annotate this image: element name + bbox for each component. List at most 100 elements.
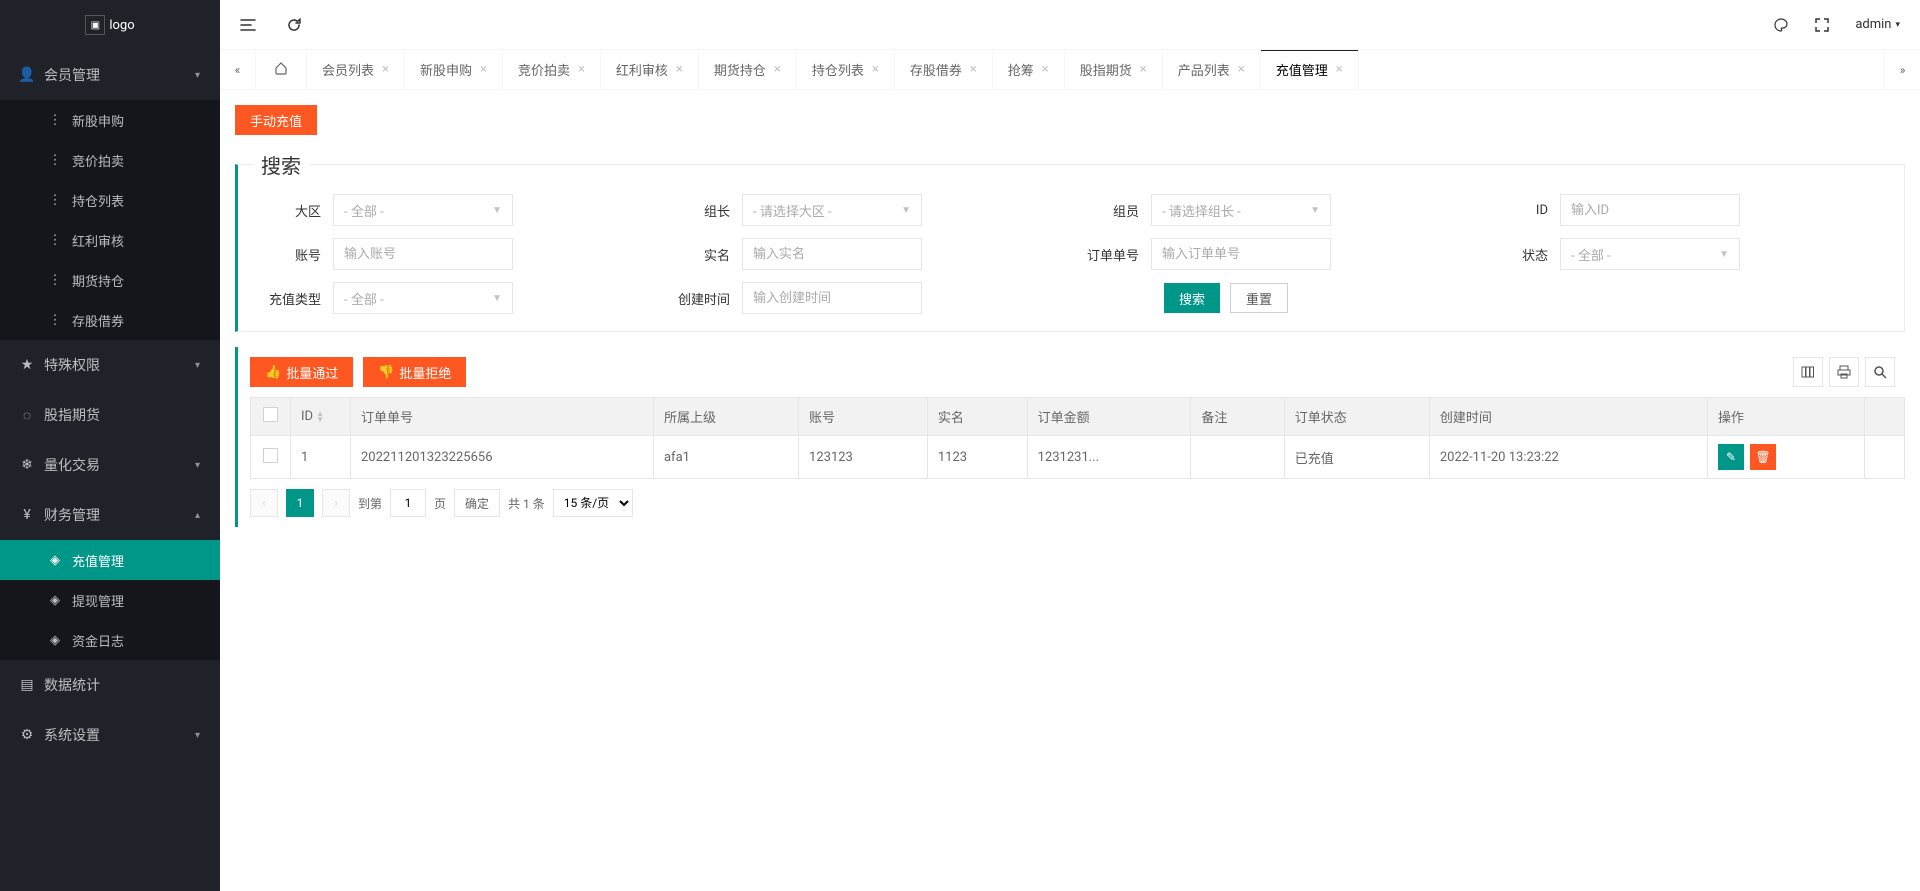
menu-toggle-icon[interactable] bbox=[240, 17, 256, 33]
sidebar-item-recharge[interactable]: ◈充值管理 bbox=[0, 540, 220, 580]
tab[interactable]: 股指期货× bbox=[1065, 50, 1163, 89]
checkbox-row[interactable] bbox=[263, 448, 278, 463]
sidebar-item-settings[interactable]: ⚙系统设置 ▾ bbox=[0, 710, 220, 760]
close-icon[interactable]: × bbox=[774, 63, 781, 76]
th-ops: 操作 bbox=[1707, 398, 1864, 436]
tab[interactable]: 存股借券× bbox=[895, 50, 993, 89]
edit-button[interactable]: ✎ bbox=[1718, 444, 1744, 470]
sidebar-item-stocklend[interactable]: ⋮存股借券 bbox=[0, 300, 220, 340]
input-realname[interactable] bbox=[742, 238, 922, 270]
data-table: ID▲▼ 订单单号 所属上级 账号 实名 订单金额 备注 订单状态 创建时间 操… bbox=[250, 397, 1905, 479]
select-region[interactable]: - 全部 -▼ bbox=[333, 194, 513, 226]
tab[interactable]: 新股申购× bbox=[405, 50, 503, 89]
sidebar-item-futures[interactable]: ⋮期货持仓 bbox=[0, 260, 220, 300]
coin-icon: ¥ bbox=[20, 508, 34, 522]
sidebar-item-members[interactable]: 👤会员管理 ▾ bbox=[0, 50, 220, 100]
refresh-icon[interactable] bbox=[286, 17, 302, 33]
close-icon[interactable]: × bbox=[578, 63, 585, 76]
sidebar-item-withdraw[interactable]: ◈提现管理 bbox=[0, 580, 220, 620]
close-icon[interactable]: × bbox=[480, 63, 487, 76]
sidebar-label: 提现管理 bbox=[72, 591, 124, 610]
tabs-prev-button[interactable]: « bbox=[220, 50, 256, 89]
tabs-row: « 会员列表× 新股申购× 竞价拍卖× 红利审核× 期货持仓× 持仓列表× 存股… bbox=[220, 50, 1920, 90]
input-orderno[interactable] bbox=[1151, 238, 1331, 270]
tab[interactable]: 会员列表× bbox=[307, 50, 405, 89]
tab[interactable]: 产品列表× bbox=[1163, 50, 1261, 89]
delete-button[interactable]: 🗑 bbox=[1750, 444, 1776, 470]
select-placeholder: - 请选择组长 - bbox=[1162, 201, 1241, 220]
search-table-icon[interactable] bbox=[1865, 357, 1895, 387]
select-leader[interactable]: - 请选择大区 -▼ bbox=[742, 194, 922, 226]
close-icon[interactable]: × bbox=[1042, 63, 1049, 76]
theme-icon[interactable] bbox=[1773, 17, 1789, 33]
sidebar-label: 财务管理 bbox=[44, 505, 100, 525]
sidebar-item-index-futures[interactable]: ◌股指期货 bbox=[0, 390, 220, 440]
sidebar-item-ipo[interactable]: ⋮ 新股申购 bbox=[0, 100, 220, 140]
sidebar-item-dividend[interactable]: ⋮红利审核 bbox=[0, 220, 220, 260]
select-member[interactable]: - 请选择组长 -▼ bbox=[1151, 194, 1331, 226]
sidebar-item-auction[interactable]: ⋮竞价拍卖 bbox=[0, 140, 220, 180]
chart-icon: ▤ bbox=[20, 678, 34, 692]
fullscreen-icon[interactable] bbox=[1814, 17, 1830, 33]
manual-recharge-button[interactable]: 手动充值 bbox=[235, 105, 317, 135]
pager-prev[interactable]: ‹ bbox=[250, 489, 278, 517]
close-icon[interactable]: × bbox=[382, 63, 389, 76]
batch-approve-button[interactable]: 👍批量通过 bbox=[250, 357, 353, 387]
th-account: 账号 bbox=[799, 398, 928, 436]
close-icon[interactable]: × bbox=[1336, 63, 1343, 76]
input-id[interactable] bbox=[1560, 194, 1740, 226]
close-icon[interactable]: × bbox=[872, 63, 879, 76]
th-amount: 订单金额 bbox=[1027, 398, 1191, 436]
sidebar-item-fundlog[interactable]: ◈资金日志 bbox=[0, 620, 220, 660]
chevron-down-icon: ▾ bbox=[195, 460, 200, 471]
label-leader: 组长 bbox=[662, 201, 742, 220]
pager-page-input[interactable] bbox=[390, 489, 426, 517]
close-icon[interactable]: × bbox=[1140, 63, 1147, 76]
search-button[interactable]: 搜索 bbox=[1164, 283, 1220, 313]
close-icon[interactable]: × bbox=[676, 63, 683, 76]
sidebar-item-positions[interactable]: ⋮持仓列表 bbox=[0, 180, 220, 220]
checkbox-all[interactable] bbox=[263, 407, 278, 422]
print-icon[interactable] bbox=[1829, 357, 1859, 387]
tabs-next-button[interactable]: » bbox=[1884, 50, 1920, 89]
sidebar-item-quant[interactable]: ❄量化交易 ▾ bbox=[0, 440, 220, 490]
tab[interactable]: 抢筹× bbox=[993, 50, 1065, 89]
batch-reject-button[interactable]: 👎批量拒绝 bbox=[363, 357, 466, 387]
table-row: 1 2022112013232256​56 afa1 123123 1123 1… bbox=[251, 436, 1905, 479]
diamond-icon: ◈ bbox=[48, 553, 62, 567]
columns-icon[interactable] bbox=[1793, 357, 1823, 387]
pager-confirm-button[interactable]: 确定 bbox=[454, 489, 500, 517]
tab[interactable]: 红利审核× bbox=[601, 50, 699, 89]
cell-extra bbox=[1865, 436, 1905, 479]
th-id[interactable]: ID bbox=[301, 409, 313, 424]
sidebar-item-finance[interactable]: ¥财务管理 ▴ bbox=[0, 490, 220, 540]
tab-active[interactable]: 充值管理× bbox=[1261, 50, 1359, 89]
user-menu[interactable]: admin ▾ bbox=[1855, 17, 1900, 32]
pager-next[interactable]: › bbox=[322, 489, 350, 517]
input-created[interactable] bbox=[742, 282, 922, 314]
select-recharge-type[interactable]: - 全部 -▼ bbox=[333, 282, 513, 314]
pager-size-select[interactable]: 15 条/页 bbox=[553, 489, 633, 517]
sidebar-label: 新股申购 bbox=[72, 111, 124, 130]
input-account[interactable] bbox=[333, 238, 513, 270]
pencil-icon: ✎ bbox=[1726, 450, 1736, 464]
sidebar-item-special[interactable]: ★特殊权限 ▾ bbox=[0, 340, 220, 390]
tab[interactable]: 竞价拍卖× bbox=[503, 50, 601, 89]
sort-icon[interactable]: ▲▼ bbox=[316, 411, 324, 423]
select-status[interactable]: - 全部 -▼ bbox=[1560, 238, 1740, 270]
tab[interactable]: 期货持仓× bbox=[699, 50, 797, 89]
dots-icon: ⋮ bbox=[48, 313, 62, 327]
close-icon[interactable]: × bbox=[970, 63, 977, 76]
reset-button[interactable]: 重置 bbox=[1230, 283, 1288, 313]
dots-icon: ⋮ bbox=[48, 273, 62, 287]
tab-home[interactable] bbox=[256, 50, 307, 89]
close-icon[interactable]: × bbox=[1238, 63, 1245, 76]
label-id: ID bbox=[1480, 203, 1560, 218]
sidebar-item-stats[interactable]: ▤数据统计 bbox=[0, 660, 220, 710]
label-member: 组员 bbox=[1071, 201, 1151, 220]
pager-page-1[interactable]: 1 bbox=[286, 489, 314, 517]
tab[interactable]: 持仓列表× bbox=[797, 50, 895, 89]
label-orderno: 订单单号 bbox=[1071, 245, 1151, 264]
topbar: admin ▾ bbox=[220, 0, 1920, 50]
dots-icon: ⋮ bbox=[48, 113, 62, 127]
